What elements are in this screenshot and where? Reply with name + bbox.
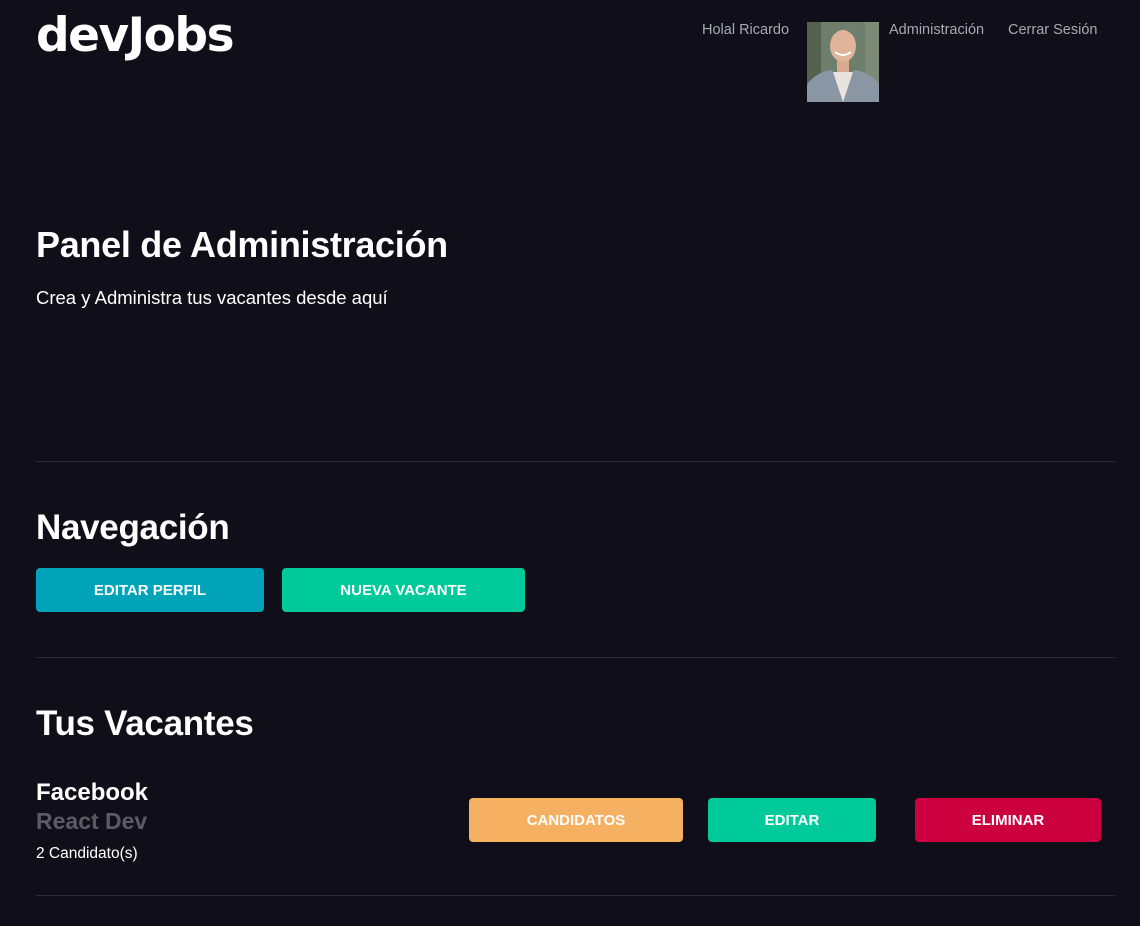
- new-vacancy-button[interactable]: Nueva Vacante: [282, 568, 525, 612]
- divider: [36, 657, 1115, 658]
- logo[interactable]: devJobs: [36, 6, 235, 66]
- nav-link-admin[interactable]: Administración: [889, 22, 984, 38]
- vacancy-company: Facebook: [36, 779, 149, 806]
- edit-vacancy-button[interactable]: Editar: [708, 798, 876, 842]
- nav-link-logout[interactable]: Cerrar Sesión: [1008, 22, 1097, 38]
- page: devJobs Holal Ricardo Administración Cer…: [0, 0, 1140, 926]
- delete-vacancy-button[interactable]: Eliminar: [915, 798, 1101, 842]
- divider: [36, 895, 1115, 896]
- user-greeting: Holal Ricardo: [702, 22, 790, 38]
- avatar: [807, 22, 879, 102]
- divider: [36, 461, 1115, 462]
- page-title: Panel de Administración: [36, 224, 448, 265]
- vacancy-candidate-count: 2 Candidato(s): [36, 845, 138, 862]
- edit-profile-button[interactable]: Editar Perfil: [36, 568, 264, 612]
- candidates-button[interactable]: Candidatos: [469, 798, 683, 842]
- vacancies-title: Tus Vacantes: [36, 704, 254, 743]
- vacancy-position: React Dev: [36, 808, 148, 834]
- page-subtitle: Crea y Administra tus vacantes desde aqu…: [36, 287, 388, 308]
- navigation-title: Navegación: [36, 508, 230, 547]
- avatar-photo: [807, 22, 879, 102]
